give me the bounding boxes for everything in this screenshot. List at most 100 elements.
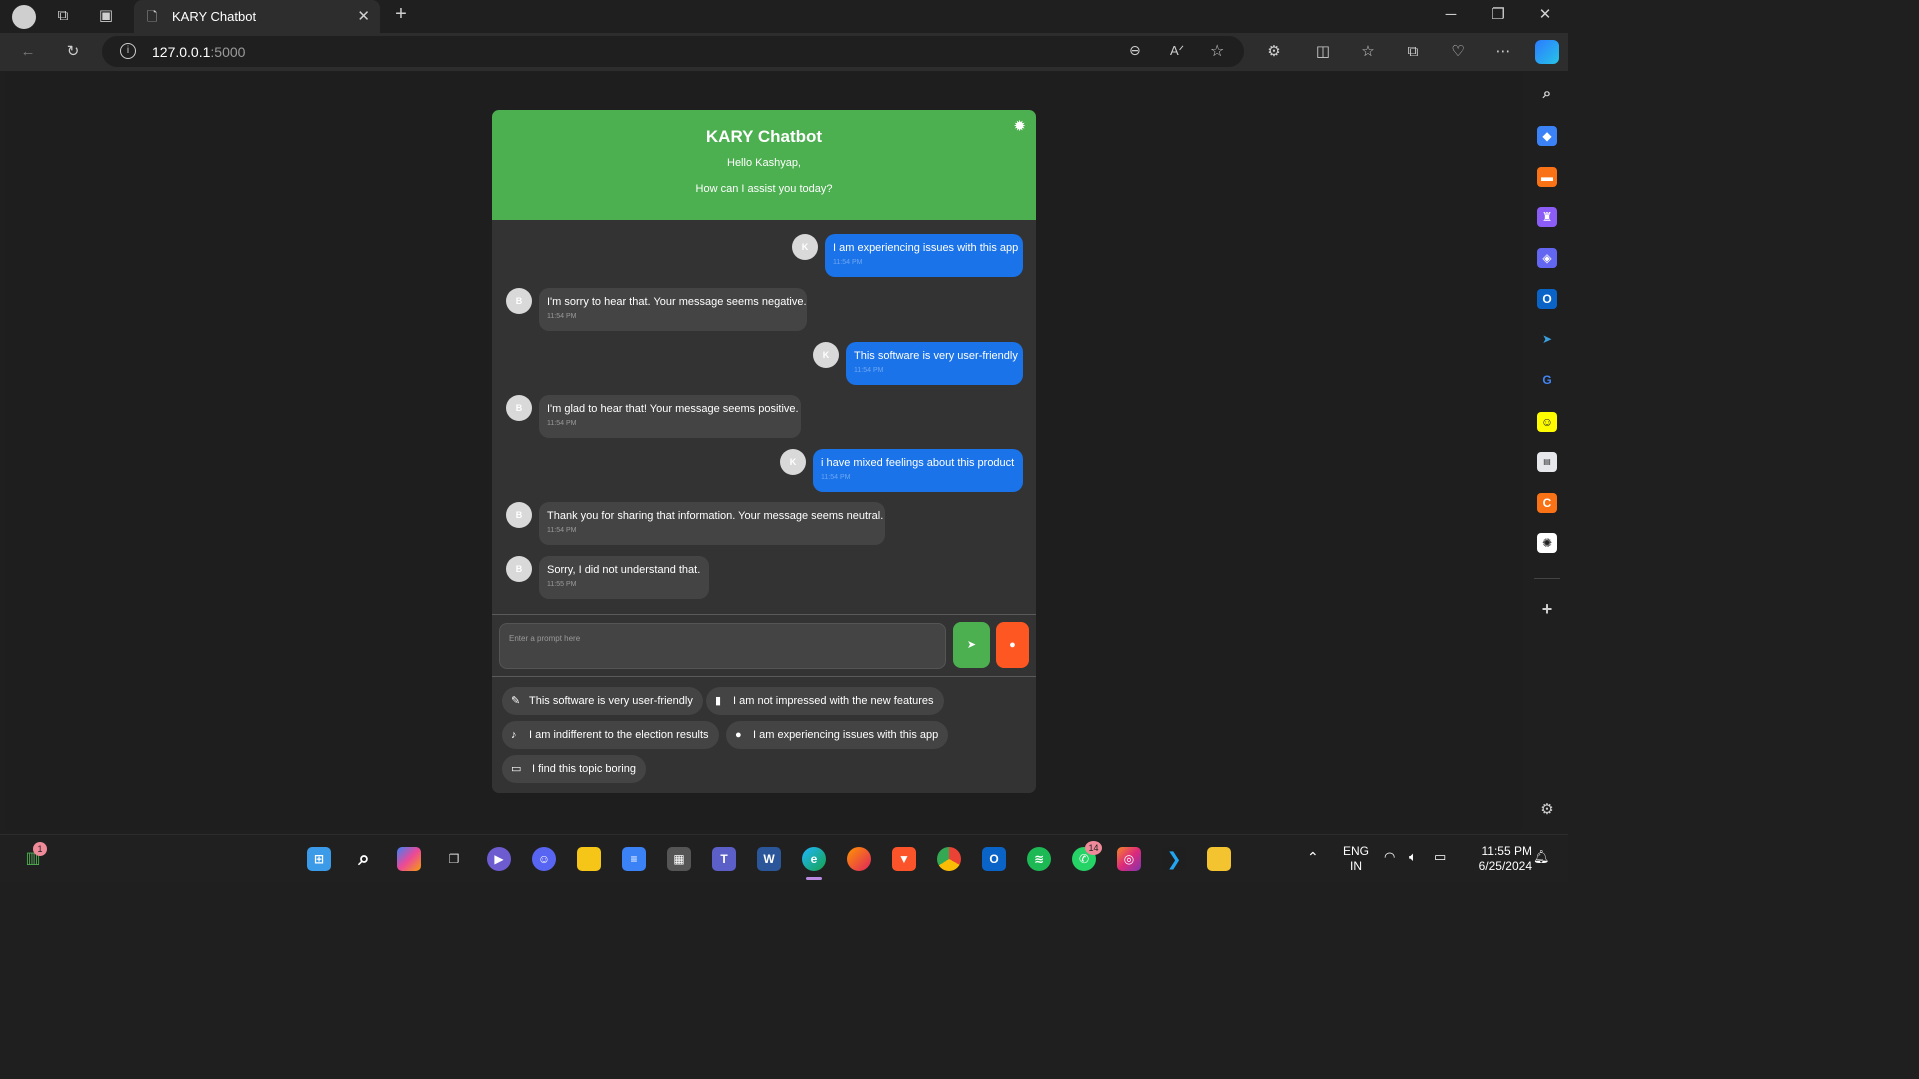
workspaces-icon[interactable]: ⧉	[54, 7, 72, 25]
c-app-icon[interactable]: C	[1537, 493, 1557, 513]
refresh-icon[interactable]: ↻	[63, 42, 83, 62]
bot-avatar: B	[506, 556, 532, 582]
prompt-input[interactable]: Enter a prompt here	[499, 623, 946, 669]
chat-window: KARY Chatbot Hello Kashyap, How can I as…	[492, 110, 1036, 793]
google-icon[interactable]: G	[1537, 370, 1557, 390]
laptop-icon: ▭	[511, 763, 522, 775]
show-hidden-icons-icon[interactable]: ⌃	[1307, 849, 1319, 866]
chat-title: KARY Chatbot	[705, 127, 823, 146]
website-thumbnail-icon[interactable]: ▤	[1537, 452, 1557, 472]
volume-icon[interactable]: 🔈︎	[1409, 849, 1417, 865]
brave-icon[interactable]: ▼	[892, 847, 916, 871]
tools-icon[interactable]: ▬	[1537, 167, 1557, 187]
suggestion-chip[interactable]: ▮ I am not impressed with the new featur…	[706, 687, 944, 715]
clock[interactable]: 11:55 PM 6/25/2024	[1462, 844, 1532, 874]
language-indicator[interactable]: ENG IN	[1336, 844, 1376, 874]
close-tab-icon[interactable]: ✕	[357, 7, 370, 25]
spotify-icon[interactable]: ≋	[1027, 847, 1051, 871]
user-circle-icon: ●	[735, 729, 742, 741]
chrome-icon[interactable]	[937, 847, 961, 871]
search-taskbar-icon[interactable]: ⌕	[352, 847, 376, 871]
site-info-icon[interactable]: i	[120, 43, 136, 59]
settings-gear-icon[interactable]: ✹	[1013, 117, 1026, 135]
prompt-placeholder: Enter a prompt here	[509, 634, 581, 643]
new-tab-icon[interactable]: +	[392, 4, 410, 24]
user-message: I am experiencing issues with this app 1…	[825, 234, 1023, 277]
notepad-icon[interactable]: ≡	[622, 847, 646, 871]
favorites-icon[interactable]: ☆	[1358, 42, 1378, 62]
suggestion-text: I find this topic boring	[532, 763, 636, 775]
favorite-star-icon[interactable]: ☆	[1210, 41, 1224, 61]
navigation-bar: ← ↻ i 127.0.0.1:5000 ⊖ Aᐟ ☆ ⚙ ◫ ☆ ⧉ ♡ ⋯	[0, 33, 1568, 71]
copilot-taskbar-icon[interactable]	[397, 847, 421, 871]
minimize-icon[interactable]: ─	[1441, 5, 1461, 25]
bot-message: I'm sorry to hear that. Your message see…	[539, 288, 807, 331]
word-icon[interactable]: W	[757, 847, 781, 871]
chat-header: KARY Chatbot Hello Kashyap, How can I as…	[492, 110, 1036, 220]
suggestion-chip[interactable]: ● I am experiencing issues with this app	[726, 721, 949, 749]
bot-avatar: B	[506, 502, 532, 528]
chatgpt-icon[interactable]: ✺	[1537, 533, 1557, 553]
pencil-icon: ✎	[511, 695, 521, 707]
teams-icon[interactable]: T	[712, 847, 736, 871]
extensions-icon[interactable]: ⚙	[1264, 42, 1284, 62]
outlook-icon[interactable]: O	[1537, 289, 1557, 309]
add-sidebar-app-icon[interactable]: +	[1537, 599, 1557, 619]
browser-essentials-icon[interactable]: ♡	[1448, 42, 1468, 62]
vscode-icon[interactable]: ❯	[1162, 847, 1186, 871]
title-bar: ⧉ ▣ 🗋 KARY Chatbot ✕ + ─ ❐ ✕	[0, 0, 1568, 33]
video-app-icon[interactable]: ▶	[487, 847, 511, 871]
firefox-icon[interactable]	[847, 847, 871, 871]
battery-icon[interactable]: ▭	[1434, 849, 1446, 865]
message-text: Thank you for sharing that information. …	[547, 510, 884, 522]
file-explorer-icon[interactable]	[1207, 847, 1231, 871]
read-aloud-icon[interactable]: Aᐟ	[1170, 43, 1184, 59]
search-icon[interactable]: ⌕	[1537, 84, 1557, 104]
suggestion-text: I am not impressed with the new features	[733, 695, 934, 707]
split-screen-icon[interactable]: ◫	[1313, 42, 1333, 62]
calculator-icon[interactable]: ▦	[667, 847, 691, 871]
subgreeting: How can I assist you today?	[695, 183, 833, 195]
copilot-icon[interactable]	[1535, 40, 1559, 64]
back-icon[interactable]: ←	[18, 42, 38, 62]
bot-message: I'm glad to hear that! Your message seem…	[539, 395, 801, 438]
restore-icon[interactable]: ❐	[1488, 5, 1508, 25]
outlook-taskbar-icon[interactable]: O	[982, 847, 1006, 871]
snapchat-icon[interactable]: ☺	[1537, 412, 1557, 432]
shopping-tag-icon[interactable]: ◆	[1537, 126, 1557, 146]
telegram-icon[interactable]: ➤	[1537, 329, 1557, 349]
address-text: 127.0.0.1:5000	[152, 44, 245, 60]
more-menu-icon[interactable]: ⋯	[1493, 42, 1513, 62]
suggestion-chip[interactable]: ♪ I am indifferent to the election resul…	[502, 721, 719, 749]
sidebar-divider	[1534, 578, 1560, 579]
address-host: 127.0.0.1	[152, 44, 211, 60]
games-icon[interactable]: ♜	[1537, 207, 1557, 227]
copilot-sidebar-icon[interactable]: ◈	[1537, 248, 1557, 268]
clock-time: 11:55 PM	[1481, 844, 1532, 858]
wifi-icon[interactable]: ◠	[1384, 849, 1395, 865]
bot-avatar: B	[506, 288, 532, 314]
microphone-button[interactable]: ●	[996, 622, 1029, 668]
suggestion-text: This software is very user-friendly	[529, 695, 693, 707]
microphone-icon: ●	[1009, 639, 1016, 651]
edge-icon[interactable]: e	[802, 847, 826, 871]
active-tab[interactable]: 🗋 KARY Chatbot ✕	[134, 0, 380, 33]
notification-bell-icon[interactable]: 🔔︎	[1533, 849, 1550, 865]
close-window-icon[interactable]: ✕	[1535, 5, 1555, 25]
task-view-icon[interactable]: ❐	[442, 847, 466, 871]
discord-icon[interactable]: ☺	[532, 847, 556, 871]
instagram-icon[interactable]: ◎	[1117, 847, 1141, 871]
tab-actions-icon[interactable]: ▣	[97, 7, 115, 25]
address-bar[interactable]: i 127.0.0.1:5000 ⊖ Aᐟ ☆	[102, 36, 1244, 67]
send-button[interactable]: ➤	[953, 622, 990, 668]
suggestion-chip[interactable]: ✎ This software is very user-friendly	[502, 687, 703, 715]
message-time: 11:55 PM	[547, 581, 577, 588]
sidebar-settings-icon[interactable]: ⚙	[1537, 800, 1557, 820]
zoom-out-icon[interactable]: ⊖	[1129, 42, 1141, 59]
tab-title: KARY Chatbot	[172, 9, 257, 24]
start-icon[interactable]: ⊞	[307, 847, 331, 871]
collections-icon[interactable]: ⧉	[1403, 42, 1423, 62]
sticky-notes-icon[interactable]	[577, 847, 601, 871]
suggestion-chip[interactable]: ▭ I find this topic boring	[502, 755, 646, 783]
profile-avatar-icon[interactable]	[12, 5, 36, 29]
